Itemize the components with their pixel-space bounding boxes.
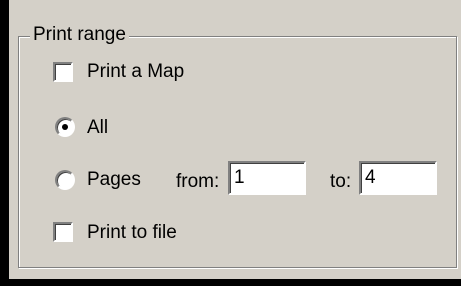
from-label: from: [176,171,220,192]
window-bottom-border [9,279,461,286]
range-all-radio[interactable] [55,117,75,137]
from-page-input[interactable] [228,161,306,195]
radio-selected-dot-icon [62,124,68,130]
print-map-checkbox[interactable] [53,62,73,82]
print-range-groupbox [18,36,457,268]
range-all-label[interactable]: All [87,117,108,139]
range-pages-radio[interactable] [55,170,75,190]
to-label: to: [330,171,352,192]
to-page-input[interactable] [359,161,437,195]
range-pages-label[interactable]: Pages [87,169,141,191]
print-to-file-checkbox[interactable] [53,222,73,242]
print-map-label[interactable]: Print a Map [87,61,184,83]
print-to-file-label[interactable]: Print to file [87,222,177,244]
print-range-title: Print range [30,24,129,46]
